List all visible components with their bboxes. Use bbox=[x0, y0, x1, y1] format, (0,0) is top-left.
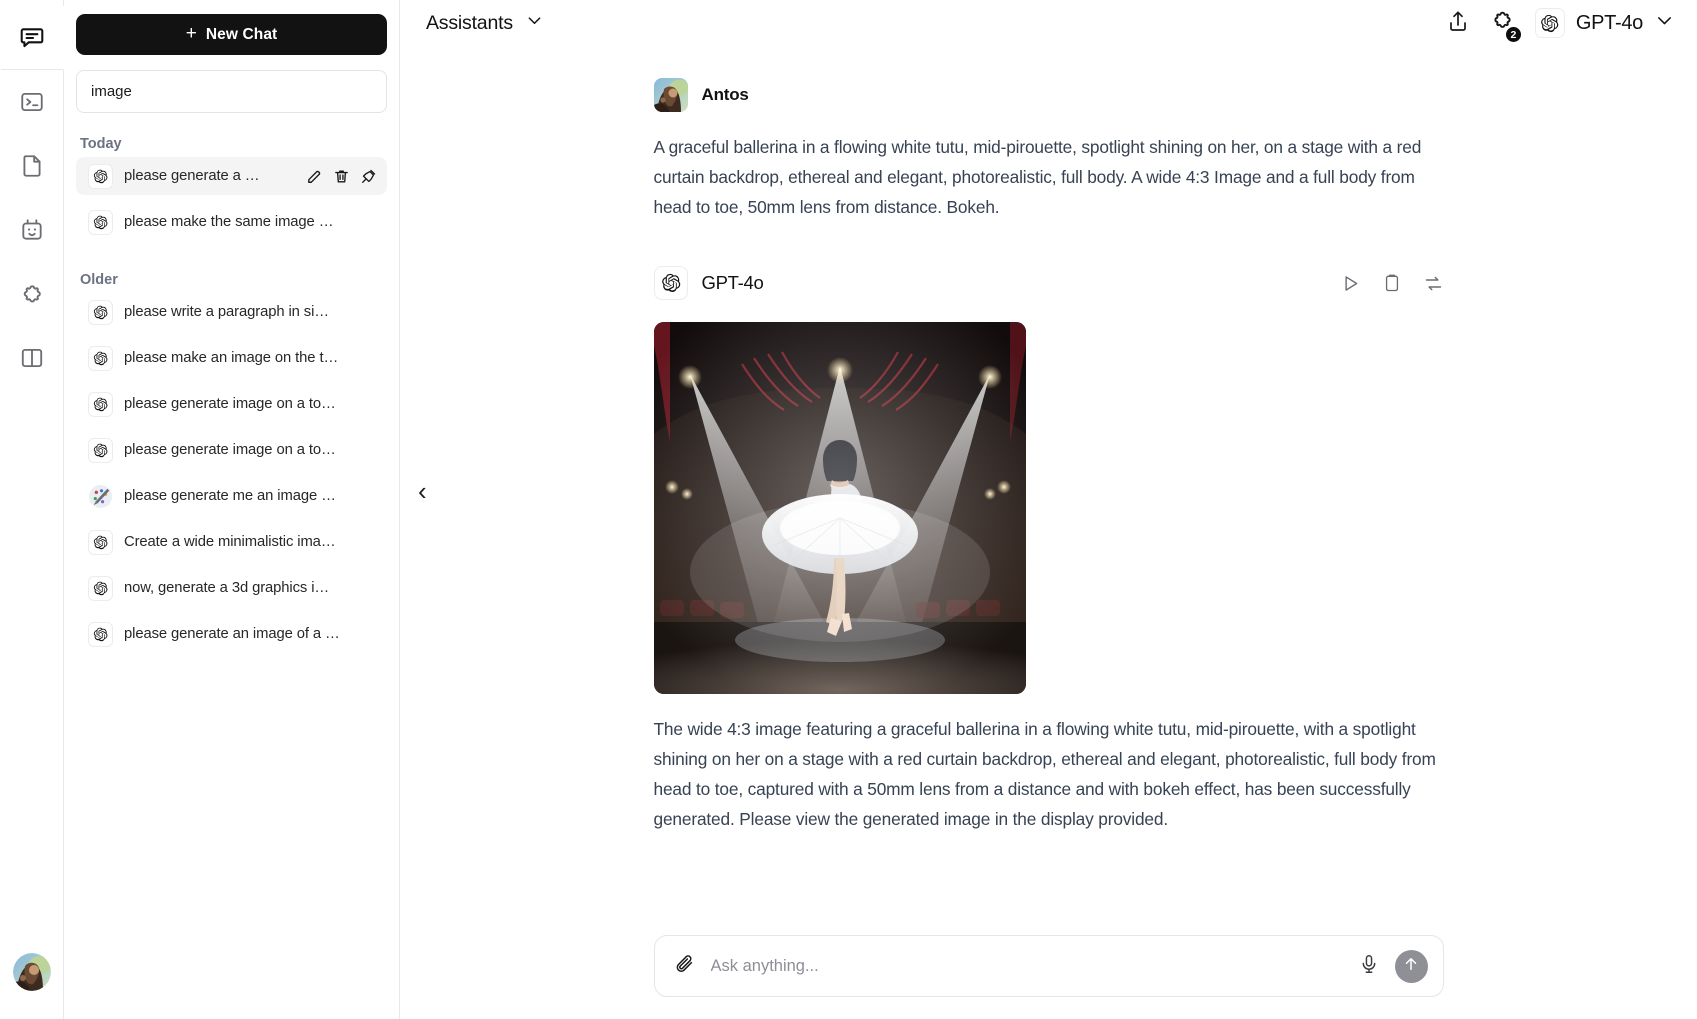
send-button[interactable] bbox=[1394, 949, 1428, 983]
bot-icon bbox=[19, 217, 45, 243]
chat-list-item-7[interactable]: Create a wide minimalistic ima… bbox=[76, 523, 387, 561]
chat-list-item-label: please write a paragraph in si… bbox=[124, 304, 329, 320]
voice-button[interactable] bbox=[1358, 953, 1380, 980]
rail-item-chats[interactable] bbox=[0, 6, 64, 70]
left-icon-rail bbox=[0, 0, 64, 1019]
new-chat-button[interactable]: + New Chat bbox=[76, 14, 387, 55]
arrow-up-icon bbox=[1402, 955, 1420, 978]
chat-list-item-8[interactable]: now, generate a 3d graphics i… bbox=[76, 569, 387, 607]
chevron-down-icon bbox=[525, 11, 544, 36]
section-label-today: Today bbox=[80, 136, 122, 152]
pin-icon[interactable] bbox=[360, 168, 377, 185]
openai-logo-icon bbox=[88, 209, 113, 235]
chat-list-item-label: please generate a … bbox=[124, 168, 260, 184]
user-profile-photo bbox=[12, 953, 51, 991]
chat-list-item-label: please generate image on a to… bbox=[124, 442, 336, 458]
share-button[interactable] bbox=[1446, 9, 1470, 38]
openai-logo-icon bbox=[88, 345, 113, 371]
rail-item-panels[interactable] bbox=[0, 326, 63, 390]
puzzle-icon bbox=[19, 281, 45, 307]
openai-logo-icon bbox=[1534, 8, 1565, 38]
user-profile-photo bbox=[653, 78, 688, 112]
message-author: Antos bbox=[701, 85, 749, 104]
assistants-dropdown[interactable]: Assistants bbox=[426, 11, 544, 36]
page-title: Assistants bbox=[426, 11, 513, 34]
main-panel: Assistants 2 GPT-4o ‹ Antos A graceful b… bbox=[400, 0, 1697, 1019]
composer-area bbox=[400, 935, 1697, 1019]
chat-list-item-9[interactable]: please generate an image of a … bbox=[76, 615, 387, 653]
assistant-message-actions bbox=[1340, 273, 1444, 294]
attach-button[interactable] bbox=[674, 953, 696, 980]
avatar[interactable] bbox=[12, 953, 51, 991]
panel-layout-icon bbox=[19, 345, 45, 371]
rail-item-bots[interactable] bbox=[0, 198, 63, 262]
chat-list-item-label: Create a wide minimalistic ima… bbox=[124, 534, 336, 550]
new-chat-label: New Chat bbox=[205, 25, 278, 43]
assistant-message-header: GPT-4o bbox=[653, 266, 1444, 300]
chat-list-item-label: please generate an image of a … bbox=[124, 626, 340, 642]
terminal-icon bbox=[19, 89, 45, 115]
search-input-value: image bbox=[91, 83, 132, 100]
openai-logo-icon bbox=[653, 266, 688, 300]
chat-item-actions bbox=[306, 168, 377, 185]
message-author: GPT-4o bbox=[701, 272, 764, 293]
assistant-message-text: The wide 4:3 image featuring a graceful … bbox=[653, 719, 1436, 829]
palette-icon bbox=[88, 483, 113, 509]
chat-list-item-5[interactable]: please generate image on a to… bbox=[76, 431, 387, 469]
openai-logo-icon bbox=[88, 529, 113, 555]
top-bar-actions: 2 GPT-4o bbox=[1446, 8, 1675, 43]
chevron-down-icon bbox=[1654, 10, 1675, 36]
top-bar: Assistants 2 GPT-4o bbox=[400, 0, 1697, 46]
document-icon bbox=[19, 153, 45, 179]
delete-icon[interactable] bbox=[333, 168, 350, 185]
edit-icon[interactable] bbox=[306, 168, 323, 185]
app-root: + New Chat image Today please generate a… bbox=[0, 0, 1697, 1019]
chat-list-item-label: please make an image on the t… bbox=[124, 350, 339, 366]
openai-logo-icon bbox=[88, 621, 113, 647]
openai-logo-icon bbox=[88, 163, 113, 189]
conversation-scroll[interactable]: ‹ Antos A graceful ballerina in a flowin… bbox=[400, 46, 1697, 935]
plus-icon: + bbox=[185, 23, 197, 44]
extensions-count-badge: 2 bbox=[1504, 26, 1522, 43]
extensions-button[interactable]: 2 bbox=[1490, 8, 1522, 43]
openai-logo-icon bbox=[88, 437, 113, 463]
user-message-header: Antos bbox=[653, 78, 1444, 112]
chat-list-item-0[interactable]: please generate a … bbox=[76, 157, 387, 195]
generated-image[interactable] bbox=[653, 322, 1026, 694]
chat-list-item-6[interactable]: please generate me an image … bbox=[76, 477, 387, 515]
regenerate-icon[interactable] bbox=[1423, 273, 1444, 294]
chat-list-item-2[interactable]: please write a paragraph in si… bbox=[76, 293, 387, 331]
section-label-older: Older bbox=[80, 272, 118, 288]
openai-logo-icon bbox=[88, 575, 113, 601]
play-icon[interactable] bbox=[1340, 273, 1361, 294]
paperclip-icon bbox=[674, 953, 696, 980]
chat-list-item-3[interactable]: please make an image on the t… bbox=[76, 339, 387, 377]
chat-sidebar: + New Chat image Today please generate a… bbox=[64, 0, 400, 1019]
model-name-label: GPT-4o bbox=[1575, 11, 1643, 34]
rail-item-extensions[interactable] bbox=[0, 262, 63, 326]
openai-logo-icon bbox=[88, 299, 113, 325]
rail-item-terminal[interactable] bbox=[0, 70, 63, 134]
collapse-panel-handle[interactable]: ‹ bbox=[418, 478, 427, 504]
copy-icon[interactable] bbox=[1382, 273, 1402, 293]
chat-list-item-label: now, generate a 3d graphics i… bbox=[124, 580, 330, 596]
chat-list-item-label: please generate me an image … bbox=[124, 488, 336, 504]
model-selector[interactable]: GPT-4o bbox=[1534, 8, 1675, 38]
conversation: Antos A graceful ballerina in a flowing … bbox=[653, 46, 1444, 834]
avatar bbox=[653, 78, 688, 112]
chat-bubble-icon bbox=[19, 25, 45, 51]
microphone-icon bbox=[1358, 953, 1380, 980]
message-input[interactable] bbox=[710, 956, 1343, 976]
share-icon bbox=[1446, 9, 1470, 38]
search-input[interactable]: image bbox=[76, 70, 387, 113]
chat-list-item-1[interactable]: please make the same image … bbox=[76, 203, 387, 241]
chat-list-item-label: please make the same image … bbox=[124, 214, 334, 230]
message-composer[interactable] bbox=[653, 935, 1444, 997]
rail-item-documents[interactable] bbox=[0, 134, 63, 198]
chat-list-item-4[interactable]: please generate image on a to… bbox=[76, 385, 387, 423]
openai-logo-icon bbox=[88, 391, 113, 417]
user-message-text: A graceful ballerina in a flowing white … bbox=[653, 137, 1422, 217]
chat-list-item-label: please generate image on a to… bbox=[124, 396, 336, 412]
